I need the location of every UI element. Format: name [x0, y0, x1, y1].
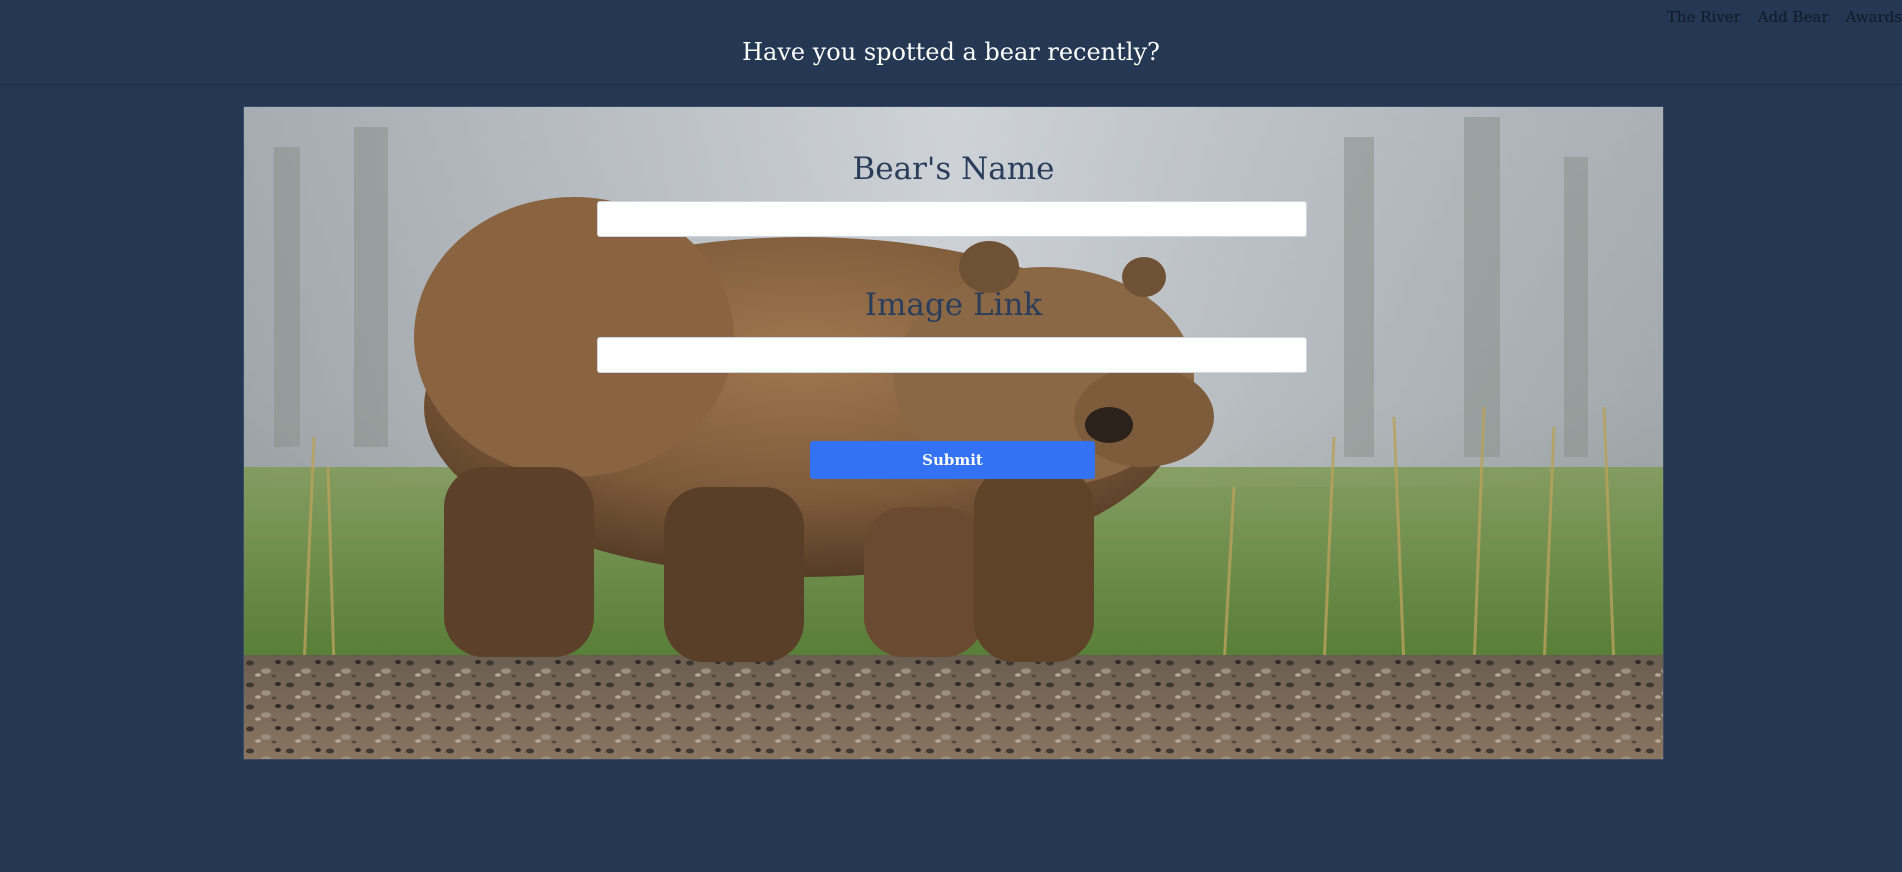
bear-name-label: Bear's Name [852, 151, 1055, 187]
submit-button[interactable]: Submit [810, 441, 1095, 479]
nav-link-the-river[interactable]: The River [1667, 8, 1741, 26]
top-header: The River Add Bear Awards Have you spott… [0, 0, 1902, 85]
nav-link-awards[interactable]: Awards [1846, 8, 1902, 26]
image-link-input[interactable] [597, 337, 1307, 373]
bear-name-input[interactable] [597, 201, 1307, 237]
top-nav: The River Add Bear Awards [1667, 8, 1902, 26]
hero-image-panel: Bear's Name Image Link Submit [243, 106, 1664, 760]
nav-link-add-bear[interactable]: Add Bear [1758, 8, 1829, 26]
page-title: Have you spotted a bear recently? [742, 38, 1160, 66]
add-bear-form: Bear's Name Image Link Submit [244, 107, 1663, 759]
image-link-label: Image Link [864, 287, 1043, 323]
